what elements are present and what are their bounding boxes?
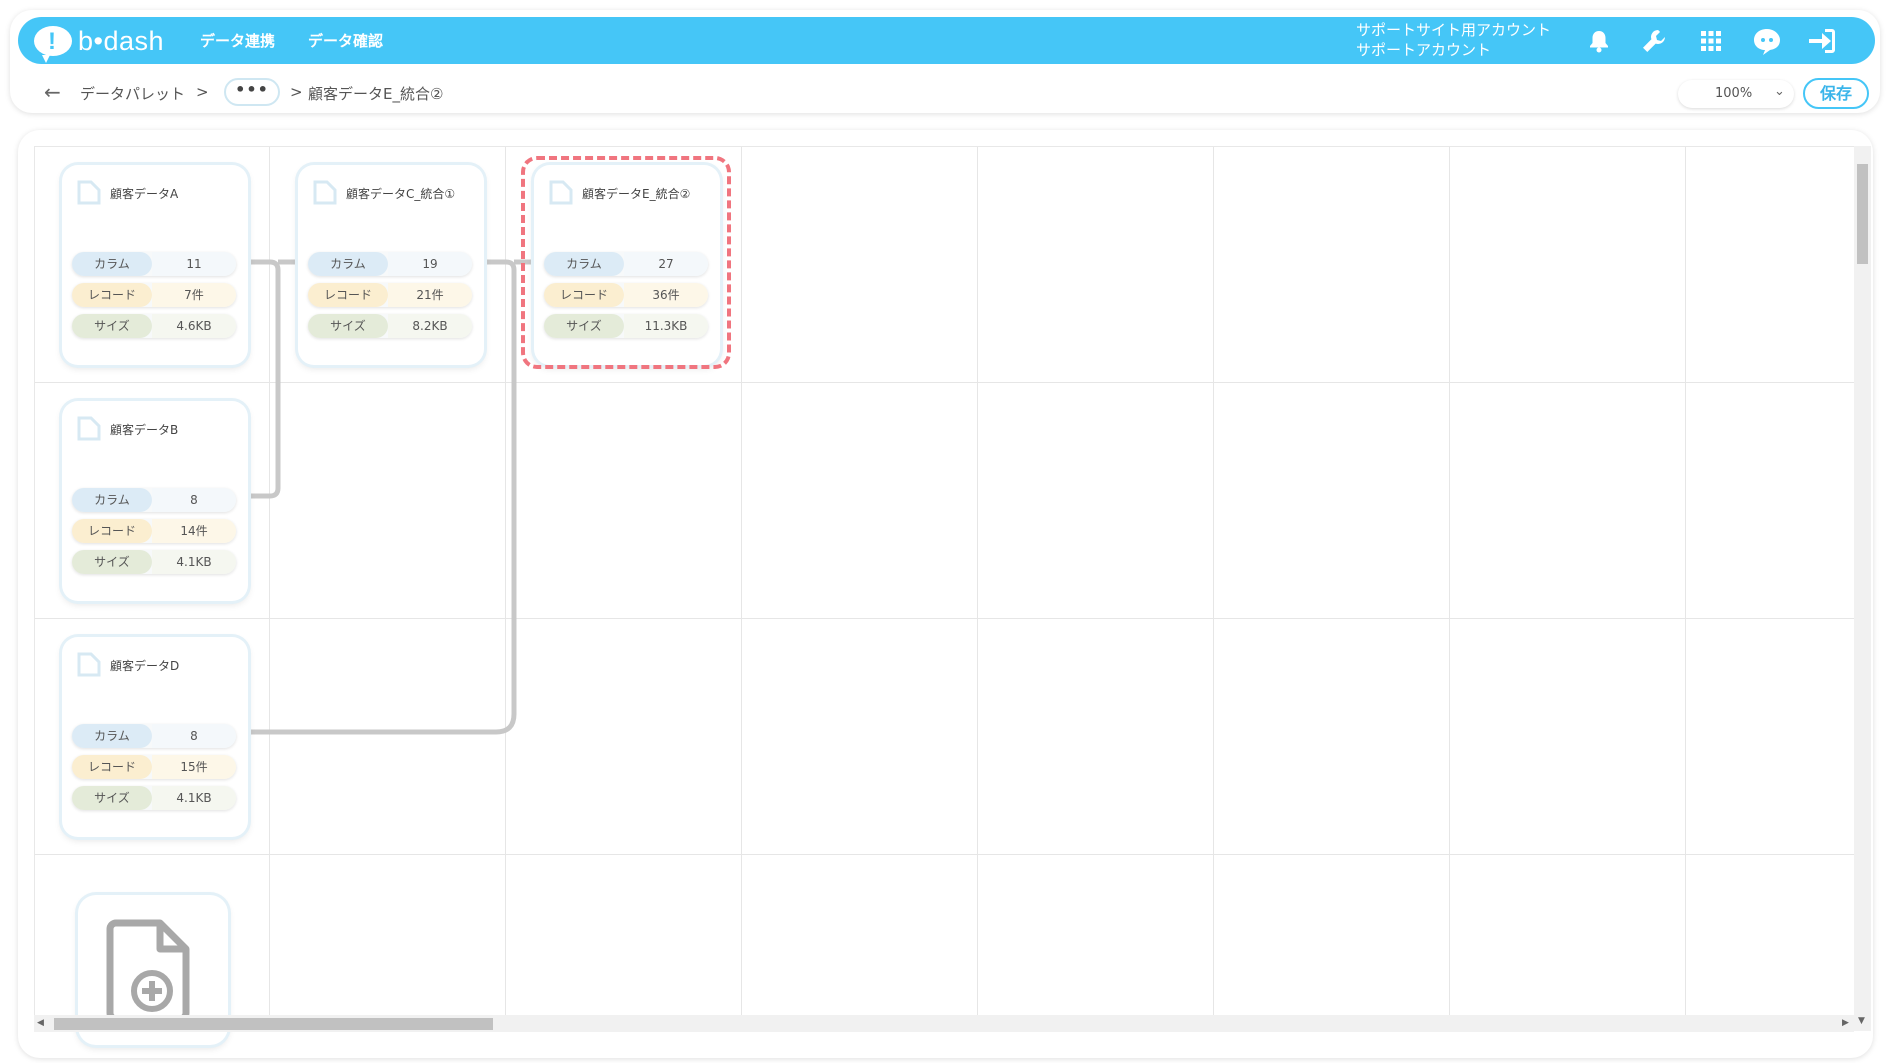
bdash-logo[interactable]: ! b•dash xyxy=(34,24,165,63)
scroll-left-arrow-icon[interactable]: ◀ xyxy=(37,1018,44,1028)
stat-size: サイズ 4.1KB xyxy=(72,786,236,810)
data-card[interactable]: 顧客データC_統合① カラム 19 レコード 21件 サイズ 8.2KB xyxy=(298,165,484,365)
horizontal-scrollbar[interactable]: ◀ ▶ xyxy=(34,1015,1854,1032)
scroll-down-arrow-icon[interactable]: ▼ xyxy=(1858,1016,1865,1026)
data-palette-canvas: 顧客データA カラム 11 レコード 7件 サイズ 4.6KB 顧客データB カラム 8… xyxy=(18,130,1873,1058)
horizontal-scroll-thumb[interactable] xyxy=(54,1018,493,1030)
zoom-value: 100% xyxy=(1715,86,1753,101)
data-card[interactable]: 顧客データD カラム 8 レコード 15件 サイズ 4.1KB xyxy=(62,637,248,837)
breadcrumb-current: 顧客データE_統合② xyxy=(308,85,444,103)
scroll-right-arrow-icon[interactable]: ▶ xyxy=(1842,1018,1849,1028)
card-title: 顧客データB xyxy=(110,423,179,437)
account-site-name: サポートサイト用アカウント xyxy=(1356,21,1552,39)
stat-columns: カラム 8 xyxy=(72,488,236,512)
wrench-icon[interactable] xyxy=(1636,23,1672,59)
card-title: 顧客データD xyxy=(110,659,180,673)
breadcrumb-separator: > xyxy=(290,83,303,101)
stat-size: サイズ 4.1KB xyxy=(72,550,236,574)
chevron-down-icon: ⌄ xyxy=(1774,84,1785,99)
chat-bot-icon[interactable] xyxy=(1749,23,1785,59)
stat-columns: カラム 11 xyxy=(72,252,236,276)
stat-records: レコード 14件 xyxy=(72,519,236,543)
vertical-scroll-thumb[interactable] xyxy=(1857,164,1868,264)
document-icon xyxy=(77,180,101,205)
selection-outline xyxy=(521,156,731,369)
logout-icon[interactable] xyxy=(1804,23,1840,59)
breadcrumb-separator: > xyxy=(196,83,209,101)
document-icon xyxy=(77,416,101,441)
stat-records: レコード 15件 xyxy=(72,755,236,779)
back-arrow-icon[interactable]: ← xyxy=(44,80,61,104)
breadcrumb-more-button[interactable]: ••• xyxy=(224,78,280,106)
stat-records: レコード 7件 xyxy=(72,283,236,307)
card-title: 顧客データC_統合① xyxy=(346,187,456,201)
top-navigation-bar: ! b•dash データ連携 データ確認 サポートサイト用アカウント サポートア… xyxy=(18,17,1875,64)
breadcrumb-bar: ← データパレット > ••• > 顧客データE_統合② 100% ⌄ 保存 xyxy=(10,78,1880,109)
data-card[interactable]: 顧客データB カラム 8 レコード 14件 サイズ 4.1KB xyxy=(62,401,248,601)
stat-size: サイズ 8.2KB xyxy=(308,314,472,338)
stat-records: レコード 21件 xyxy=(308,283,472,307)
logo-text: b•dash xyxy=(78,25,165,56)
account-info[interactable]: サポートサイト用アカウント サポートアカウント xyxy=(1356,20,1551,60)
nav-data-integration[interactable]: データ連携 xyxy=(200,30,275,51)
data-card[interactable]: 顧客データA カラム 11 レコード 7件 サイズ 4.6KB xyxy=(62,165,248,365)
breadcrumb-root[interactable]: データパレット xyxy=(80,83,185,104)
stat-columns: カラム 19 xyxy=(308,252,472,276)
logo-bubble-icon: ! xyxy=(34,26,72,63)
account-user-name: サポートアカウント xyxy=(1356,41,1492,59)
vertical-scrollbar[interactable]: ▼ xyxy=(1854,146,1871,1031)
stat-columns: カラム 8 xyxy=(72,724,236,748)
save-button[interactable]: 保存 xyxy=(1803,78,1869,109)
nav-data-check[interactable]: データ確認 xyxy=(308,30,383,51)
stat-size: サイズ 4.6KB xyxy=(72,314,236,338)
bell-icon[interactable] xyxy=(1581,23,1617,59)
document-icon xyxy=(77,652,101,677)
app-grid-icon[interactable] xyxy=(1693,23,1729,59)
zoom-select[interactable]: 100% ⌄ xyxy=(1678,80,1794,108)
connector-lines xyxy=(248,259,532,735)
document-icon xyxy=(313,180,337,205)
card-title: 顧客データA xyxy=(110,187,179,201)
